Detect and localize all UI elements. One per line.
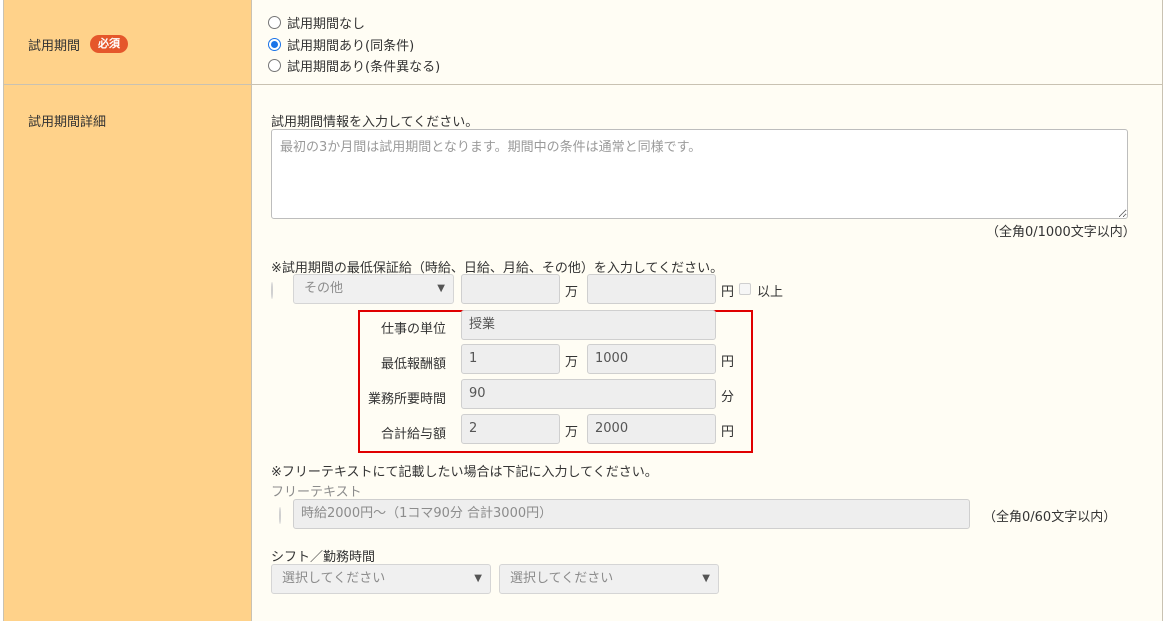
- total-pay-man-unit: 万: [565, 425, 579, 440]
- free-text-input[interactable]: 時給2000円〜（1コマ90分 合計3000円）: [293, 499, 970, 529]
- chevron-down-icon: ▼: [702, 573, 710, 584]
- radio-option-same[interactable]: 試用期間あり(同条件): [268, 35, 414, 54]
- radio-none-label: 試用期間なし: [287, 17, 366, 32]
- min-reward-yen-input[interactable]: 1000: [587, 344, 716, 374]
- or-more-label: 以上: [757, 285, 784, 300]
- min-pay-man-input[interactable]: [461, 274, 560, 304]
- min-reward-yen-unit: 円: [721, 355, 735, 370]
- free-text-label: フリーテキスト: [271, 485, 362, 500]
- yen-unit-label: 円: [721, 285, 735, 300]
- total-pay-yen-input[interactable]: 2000: [587, 414, 716, 444]
- shift-select-end[interactable]: 選択してください ▼: [499, 564, 719, 594]
- min-pay-radio[interactable]: [271, 282, 273, 299]
- info-prompt: 試用期間情報を入力してください。: [271, 115, 479, 130]
- row-trial-period: 試用期間 必須: [4, 0, 1162, 85]
- radio-none-icon[interactable]: [268, 16, 281, 29]
- info-char-counter: （全角0/1000文字以内）: [986, 225, 1136, 240]
- radio-option-none[interactable]: 試用期間なし: [268, 13, 365, 32]
- shift-select-end-value: 選択してください: [510, 571, 614, 586]
- trial-detail-label: 試用期間詳細: [28, 115, 107, 130]
- radio-option-different[interactable]: 試用期間あり(条件異なる): [268, 56, 440, 75]
- work-unit-label: 仕事の単位: [380, 322, 446, 337]
- min-pay-yen-input[interactable]: [587, 274, 716, 304]
- work-time-input[interactable]: 90: [461, 379, 716, 409]
- free-text-prompt: ※フリーテキストにて記載したい場合は下記に入力してください。: [271, 465, 658, 480]
- min-reward-label: 最低報酬額: [380, 357, 446, 372]
- radio-same-icon[interactable]: [268, 38, 281, 51]
- or-more-checkbox[interactable]: [739, 283, 751, 295]
- work-unit-input[interactable]: 授業: [461, 310, 716, 340]
- free-text-counter: （全角0/60文字以内）: [983, 510, 1117, 525]
- free-text-radio[interactable]: [279, 507, 281, 524]
- shift-select-start-value: 選択してください: [282, 571, 386, 586]
- total-pay-label: 合計給与額: [380, 427, 446, 442]
- shift-select-start[interactable]: 選択してください ▼: [271, 564, 491, 594]
- trial-period-label: 試用期間: [28, 39, 81, 54]
- total-pay-man-input[interactable]: 2: [461, 414, 560, 444]
- pay-type-select-value: その他: [304, 281, 344, 296]
- required-badge: 必須: [90, 35, 128, 53]
- min-reward-man-input[interactable]: 1: [461, 344, 560, 374]
- pay-type-select[interactable]: その他 ▼: [293, 274, 454, 304]
- trial-period-header: 試用期間 必須: [4, 0, 252, 84]
- radio-different-label: 試用期間あり(条件異なる): [287, 60, 441, 75]
- radio-different-icon[interactable]: [268, 59, 281, 72]
- minute-unit-label: 分: [721, 390, 735, 405]
- total-pay-yen-unit: 円: [721, 425, 735, 440]
- trial-info-textarea[interactable]: [271, 129, 1128, 219]
- chevron-down-icon: ▼: [437, 283, 445, 294]
- work-time-label: 業務所要時間: [367, 392, 446, 407]
- radio-same-label: 試用期間あり(同条件): [287, 39, 415, 54]
- min-reward-man-unit: 万: [565, 355, 579, 370]
- chevron-down-icon: ▼: [474, 573, 482, 584]
- shift-label: シフト／勤務時間: [271, 550, 376, 565]
- trial-detail-header: 試用期間詳細: [4, 85, 252, 621]
- man-unit-label: 万: [565, 285, 579, 300]
